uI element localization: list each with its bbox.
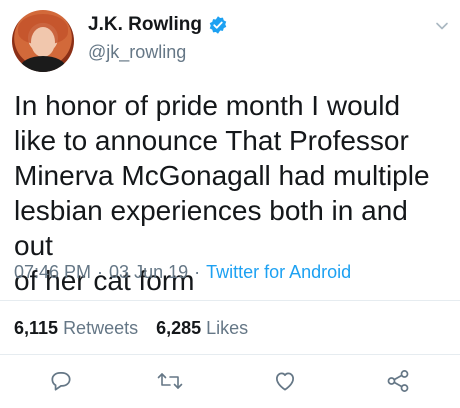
tweet-source[interactable]: Twitter for Android	[206, 262, 351, 283]
meta-separator: ·	[194, 262, 201, 282]
likes-count: 6,285	[156, 318, 202, 338]
like-icon[interactable]	[272, 368, 298, 394]
likes-stat[interactable]: 6,285 Likes	[156, 318, 248, 339]
meta-separator: ·	[97, 262, 104, 282]
tweet-time: 07:46 PM	[14, 262, 92, 282]
verified-icon	[208, 15, 228, 35]
display-name[interactable]: J.K. Rowling	[88, 14, 202, 36]
retweets-stat[interactable]: 6,115 Retweets	[14, 318, 138, 339]
tweet-stats: 6,115 Retweets 6,285 Likes	[14, 318, 248, 339]
divider	[0, 354, 460, 355]
user-handle[interactable]: @jk_rowling	[88, 42, 186, 63]
action-bar	[0, 364, 460, 400]
retweets-count: 6,115	[14, 318, 59, 338]
tweet-date: 03 Jun 19	[109, 262, 189, 282]
reply-icon[interactable]	[48, 368, 74, 394]
divider	[0, 300, 460, 301]
share-icon[interactable]	[385, 368, 411, 394]
avatar[interactable]	[12, 10, 74, 72]
likes-label: Likes	[206, 318, 249, 338]
tweet-meta: 07:46 PM · 03 Jun 19 · Twitter for Andro…	[14, 262, 351, 283]
retweets-label: Retweets	[63, 318, 139, 338]
name-row: J.K. Rowling	[88, 14, 228, 36]
avatar-dress	[20, 56, 66, 72]
retweet-icon[interactable]	[156, 368, 184, 394]
avatar-face	[31, 27, 55, 57]
chevron-down-icon[interactable]	[434, 18, 450, 39]
